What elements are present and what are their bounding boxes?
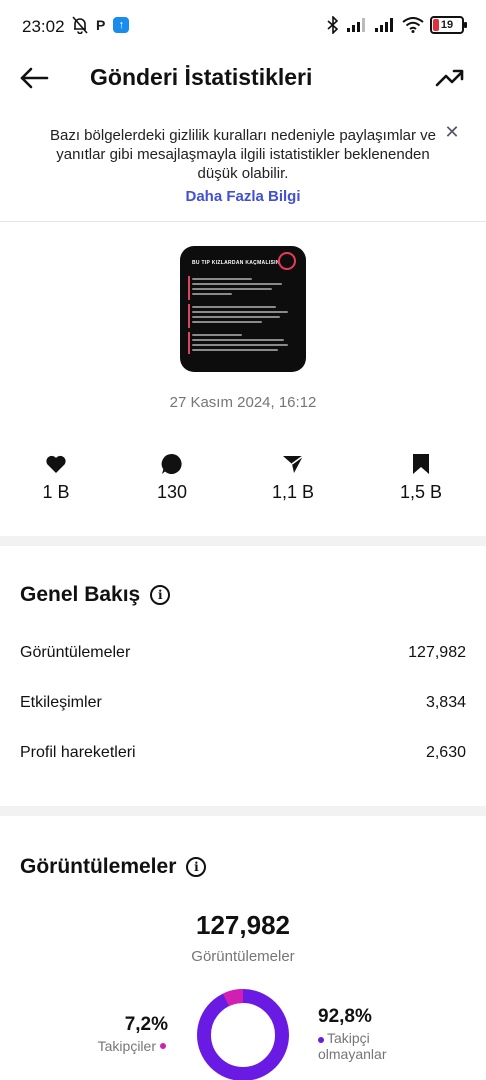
status-time: 23:02	[22, 17, 65, 36]
non-followers-percent: 92,8%	[318, 1006, 372, 1027]
non-followers-legend: Takipçi olmayanlar	[318, 1030, 387, 1062]
trend-button[interactable]	[432, 60, 468, 96]
p-icon: P	[96, 17, 106, 33]
arrow-left-icon	[20, 67, 49, 89]
back-button[interactable]	[16, 60, 52, 96]
overview-row-profile-activity[interactable]: Profil hareketleri 2,630	[20, 740, 466, 770]
close-icon[interactable]: ✕	[440, 122, 464, 146]
share-icon	[283, 455, 304, 473]
saves-metric: 1,5 B	[371, 452, 471, 503]
signal-icon	[347, 18, 365, 32]
status-bar: 23:02 P ↑ 19	[0, 0, 486, 56]
overview-row-views[interactable]: Görüntülemeler 127,982	[20, 640, 466, 670]
header: Gönderi İstatistikleri	[0, 56, 486, 100]
shares-metric: 1,1 B	[243, 452, 343, 503]
comments-metric: 130	[122, 452, 222, 503]
overview-row-interactions[interactable]: Etkileşimler 3,834	[20, 690, 466, 720]
info-icon[interactable]: i	[150, 585, 171, 605]
wifi-icon	[402, 17, 424, 33]
views-title: Görüntülemeler i	[20, 855, 207, 879]
engagement-metrics: 1 B 130 1,1 B 1,5 B	[0, 452, 486, 508]
views-donut-chart	[197, 989, 289, 1080]
signal-icon	[375, 18, 393, 32]
followers-percent: 7,2%	[124, 1014, 168, 1035]
privacy-notice: Bazı bölgelerdeki gizlilik kuralları ned…	[0, 122, 486, 222]
non-followers-segment	[197, 989, 289, 1080]
bell-off-icon	[72, 16, 88, 34]
section-divider	[0, 536, 486, 546]
info-icon[interactable]: i	[186, 857, 207, 877]
bluetooth-icon	[327, 16, 339, 34]
followers-dot	[160, 1043, 166, 1049]
section-divider	[0, 806, 486, 816]
comment-icon	[161, 453, 182, 474]
heart-icon	[46, 455, 66, 473]
overview-title: Genel Bakış i	[20, 583, 171, 607]
bookmark-icon	[413, 454, 429, 474]
notice-text: Bazı bölgelerdeki gizlilik kuralları ned…	[50, 127, 437, 182]
page-title: Gönderi İstatistikleri	[90, 64, 313, 90]
upload-app-icon: ↑	[113, 17, 130, 33]
learn-more-link[interactable]: Daha Fazla Bilgi	[0, 188, 486, 205]
logo-icon	[278, 252, 296, 270]
likes-metric: 1 B	[6, 452, 106, 503]
post-date: 27 Kasım 2024, 16:12	[169, 394, 317, 411]
views-total-label: Görüntülemeler	[191, 948, 295, 965]
views-total: 127,982	[196, 910, 290, 940]
post-thumbnail[interactable]: BU TIP KIZLARDAN KAÇMALISIN	[180, 246, 306, 372]
followers-legend: Takipçiler	[98, 1038, 166, 1054]
trending-up-icon	[435, 69, 464, 87]
battery-icon: 19	[430, 16, 467, 34]
non-followers-dot	[318, 1037, 324, 1043]
